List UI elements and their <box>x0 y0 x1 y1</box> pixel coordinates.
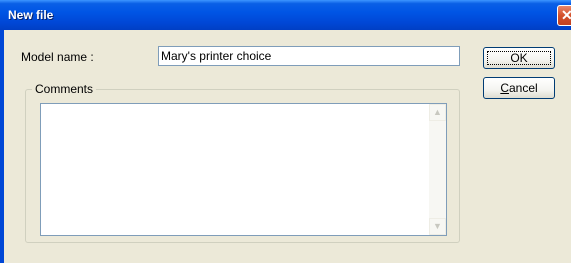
scroll-down-icon[interactable]: ▼ <box>429 218 446 235</box>
new-file-dialog: New file ✕ Model name : Comments ▲ ▼ OK … <box>0 0 571 263</box>
window-frame-left <box>0 30 4 263</box>
title-bar: New file ✕ <box>0 0 571 30</box>
scroll-up-icon[interactable]: ▲ <box>429 104 446 121</box>
comments-scrollbar[interactable]: ▲ ▼ <box>429 104 446 235</box>
close-button[interactable]: ✕ <box>557 5 571 26</box>
focus-rectangle <box>487 51 551 65</box>
comments-textarea[interactable]: ▲ ▼ <box>40 103 447 236</box>
ok-button[interactable]: OK <box>483 47 555 69</box>
model-name-label: Model name : <box>21 50 94 64</box>
cancel-button[interactable]: Cancel <box>483 77 555 99</box>
close-icon: ✕ <box>561 7 571 23</box>
cancel-button-label: ancel <box>508 81 538 95</box>
model-name-input[interactable] <box>158 46 460 66</box>
cancel-mnemonic: C <box>500 81 509 95</box>
window-title: New file <box>8 8 54 22</box>
comments-legend: Comments <box>32 82 97 96</box>
